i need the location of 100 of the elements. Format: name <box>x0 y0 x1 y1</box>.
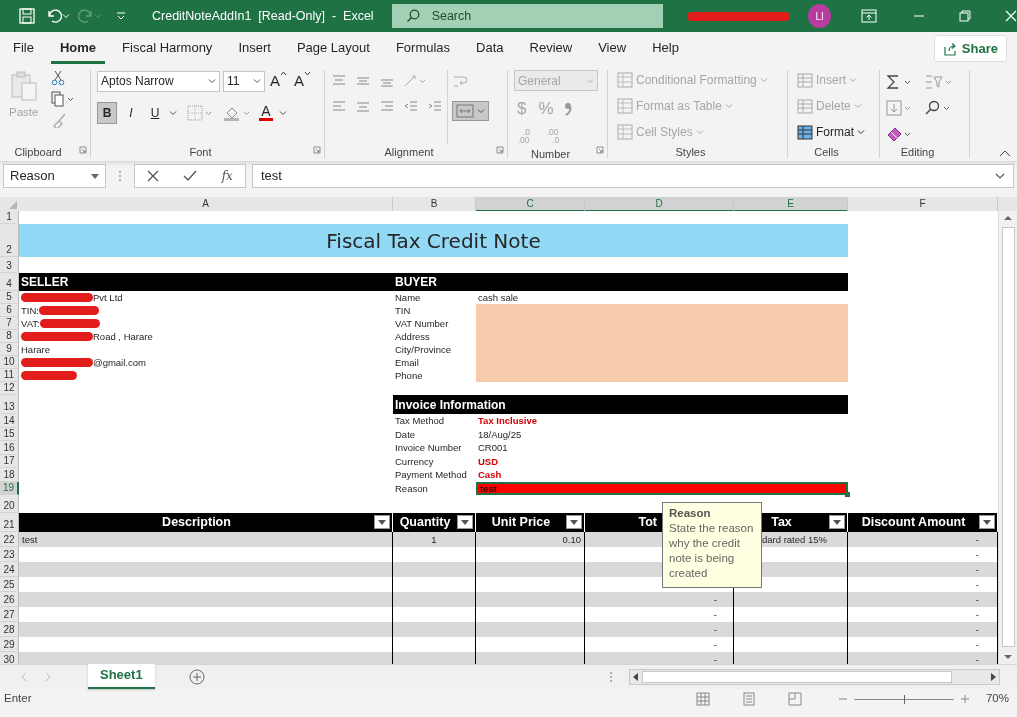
name-box[interactable]: Reason <box>3 164 106 188</box>
row-header[interactable]: 27 <box>0 607 19 622</box>
caret-icon[interactable] <box>857 129 865 135</box>
row-header[interactable]: 29 <box>0 637 19 652</box>
row-header[interactable]: 12 <box>0 382 19 395</box>
row-header[interactable]: 20 <box>0 495 19 513</box>
menu-tab[interactable]: File <box>4 33 43 64</box>
row-header[interactable]: 24 <box>0 562 19 577</box>
menu-tab[interactable]: Page Layout <box>287 33 379 64</box>
selected-cell[interactable]: test <box>476 481 848 495</box>
zoom-in-icon[interactable] <box>959 694 970 704</box>
font-name-field[interactable]: Aptos Narrow <box>97 70 220 92</box>
decrease-indent-icon[interactable] <box>403 100 419 114</box>
sort-filter-icon[interactable] <box>924 74 954 90</box>
row-header[interactable]: 3 <box>0 257 19 273</box>
row-header[interactable]: 26 <box>0 592 19 607</box>
filter-button[interactable] <box>374 515 390 529</box>
caret-icon[interactable] <box>169 109 177 116</box>
sheet-tab[interactable]: Sheet1 <box>88 663 155 689</box>
row-header[interactable]: 7 <box>0 317 19 330</box>
restore-icon[interactable] <box>959 10 971 22</box>
font-color-button[interactable]: A <box>257 104 275 121</box>
bold-button[interactable]: B <box>97 101 117 124</box>
row-header[interactable]: 22 <box>0 532 19 547</box>
align-center-icon[interactable] <box>355 100 371 114</box>
copy-icon[interactable] <box>51 91 76 107</box>
dialog-launcher-icon[interactable] <box>79 146 87 154</box>
align-left-icon[interactable] <box>331 100 347 114</box>
wrap-text-icon[interactable] <box>452 73 470 89</box>
row-header[interactable]: 9 <box>0 343 19 356</box>
menu-tab[interactable]: Review <box>520 33 582 64</box>
filter-button[interactable] <box>566 515 582 529</box>
collapse-ribbon-icon[interactable] <box>999 149 1011 157</box>
row-header[interactable]: 5 <box>0 291 19 304</box>
align-right-icon[interactable] <box>379 100 395 114</box>
row-header[interactable]: 8 <box>0 330 19 343</box>
underline-button[interactable]: U <box>145 102 165 123</box>
row-header[interactable]: 4 <box>0 273 19 291</box>
cells-menu-button[interactable]: Format <box>794 122 868 142</box>
close-icon[interactable] <box>1005 10 1017 22</box>
format-painter-icon[interactable] <box>51 112 68 128</box>
cut-icon[interactable] <box>51 70 66 86</box>
row-header[interactable]: 28 <box>0 622 19 637</box>
menu-tab[interactable]: Formulas <box>386 33 460 64</box>
dialog-launcher-icon[interactable] <box>496 146 504 154</box>
row-header[interactable]: 14 <box>0 414 19 428</box>
menu-tab[interactable]: Fiscal Harmony <box>113 33 222 64</box>
caret-icon[interactable] <box>279 109 287 116</box>
save-icon[interactable] <box>18 7 36 25</box>
dialog-launcher-icon[interactable] <box>313 146 321 154</box>
font-size-button[interactable]: A <box>268 70 289 93</box>
font-size-button[interactable]: A <box>292 70 314 93</box>
fill-handle-icon[interactable] <box>845 492 850 497</box>
caret-icon[interactable] <box>94 13 102 19</box>
account-avatar[interactable]: LI <box>808 4 831 28</box>
row-header[interactable]: 1 <box>0 211 19 224</box>
formula-field[interactable]: test <box>252 164 1014 188</box>
orientation-icon[interactable] <box>403 74 427 88</box>
merge-button[interactable] <box>452 101 489 121</box>
filter-button[interactable] <box>457 515 473 529</box>
align-middle-icon[interactable] <box>355 74 371 88</box>
page-break-icon[interactable] <box>787 692 802 706</box>
page-layout-icon[interactable] <box>741 692 756 706</box>
row-header[interactable]: 21 <box>0 513 19 532</box>
cancel-icon[interactable] <box>147 170 160 182</box>
undo-icon[interactable] <box>46 8 62 24</box>
expand-formula-icon[interactable] <box>995 173 1005 179</box>
caret-icon[interactable] <box>208 78 216 85</box>
menu-tab[interactable]: Insert <box>229 33 280 64</box>
enter-icon[interactable] <box>183 170 198 182</box>
scrollbar-thumb[interactable] <box>641 671 952 683</box>
align-top-icon[interactable] <box>331 74 347 88</box>
row-header[interactable]: 11 <box>0 369 19 382</box>
customize-toolbar-icon[interactable] <box>116 11 126 21</box>
filter-button[interactable] <box>829 515 845 529</box>
comma-style-icon[interactable] <box>562 100 573 117</box>
row-header[interactable]: 6 <box>0 304 19 317</box>
filter-button[interactable] <box>979 515 995 529</box>
add-sheet-icon[interactable] <box>188 669 205 685</box>
caret-icon[interactable] <box>253 78 261 85</box>
insert-function-button[interactable]: fx <box>221 167 233 185</box>
share-button[interactable]: Share <box>933 34 1007 63</box>
row-header[interactable]: 25 <box>0 577 19 592</box>
search-field[interactable]: Search <box>391 4 664 28</box>
row-header[interactable]: 13 <box>0 395 19 414</box>
menu-tab[interactable]: Help <box>643 33 688 64</box>
dialog-launcher-icon[interactable] <box>596 146 604 154</box>
menu-tab[interactable]: Home <box>50 33 106 64</box>
row-header[interactable]: 23 <box>0 547 19 562</box>
row-header[interactable]: 16 <box>0 441 19 455</box>
row-header[interactable]: 10 <box>0 356 19 369</box>
caret-icon[interactable] <box>477 108 485 114</box>
font-size-field[interactable]: 11 <box>223 70 265 92</box>
row-header[interactable]: 2 <box>0 224 19 257</box>
row-header[interactable]: 18 <box>0 468 19 482</box>
ribbon-display-icon[interactable] <box>861 9 877 23</box>
row-header[interactable]: 30 <box>0 652 19 664</box>
scrollbar-thumb[interactable] <box>1001 227 1015 647</box>
normal-view-icon[interactable] <box>695 692 710 706</box>
italic-button[interactable]: I <box>121 102 141 123</box>
